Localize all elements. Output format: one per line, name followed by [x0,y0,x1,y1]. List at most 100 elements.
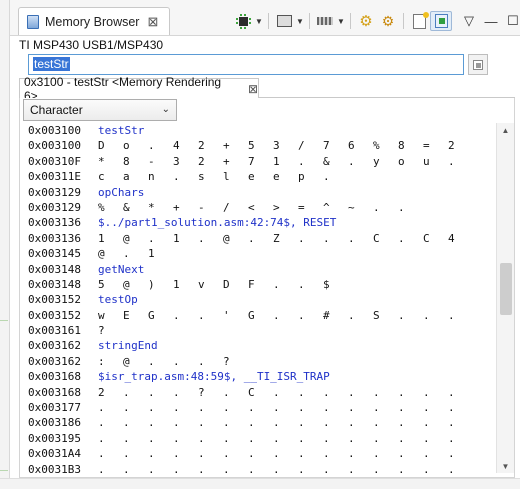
memory-char-cell[interactable]: . [298,431,305,446]
memory-char-cell[interactable]: . [123,385,130,400]
memory-row[interactable]: 0x00311E c a n. s l e e p. [20,169,496,184]
memory-row[interactable]: 0x003162 stringEnd [20,338,496,353]
memory-char-cell[interactable]: . [298,462,305,473]
memory-char-cell[interactable]: . [348,462,355,473]
memory-char-cell[interactable]: @ [123,354,130,369]
memory-char-cell[interactable]: . [448,400,455,415]
connect-chip-icon[interactable] [232,11,254,31]
memory-char-cell[interactable]: a [123,169,130,184]
memory-char-cell[interactable]: . [148,400,155,415]
memory-char-cell[interactable]: < [248,200,255,215]
memory-char-cell[interactable]: . [273,400,280,415]
memory-char-cell[interactable]: . [448,415,455,430]
memory-char-cell[interactable]: 1 [98,231,105,246]
memory-char-cell[interactable]: . [348,446,355,461]
memory-char-cell[interactable]: . [348,431,355,446]
memory-char-cell[interactable]: . [448,385,455,400]
memory-char-cell[interactable]: . [298,231,305,246]
memory-char-cell[interactable]: . [348,231,355,246]
memory-char-cell[interactable]: . [273,308,280,323]
memory-char-cell[interactable]: y [373,154,380,169]
memory-row[interactable]: 0x003162: @...? [20,354,496,369]
memory-char-cell[interactable]: . [423,431,430,446]
close-icon[interactable]: ⊠ [147,14,158,30]
memory-char-cell[interactable]: n [148,169,155,184]
memory-row[interactable]: 0x003161? [20,323,496,338]
memory-char-cell[interactable]: . [398,400,405,415]
memory-char-cell[interactable]: . [198,400,205,415]
memory-char-cell[interactable]: D [98,138,105,153]
memory-char-cell[interactable]: e [248,169,255,184]
gear-forward-icon[interactable]: ⚙ [355,11,377,31]
memory-char-cell[interactable]: . [398,308,405,323]
maximize-icon[interactable]: ☐ [502,11,520,31]
memory-char-cell[interactable]: . [348,415,355,430]
memory-char-cell[interactable]: . [448,462,455,473]
memory-char-cell[interactable]: > [273,200,280,215]
memory-char-cell[interactable]: . [348,308,355,323]
memory-char-cell[interactable]: . [148,446,155,461]
memory-char-cell[interactable]: . [223,400,230,415]
memory-table[interactable]: 0x003100 testStr 0x003100 Do. 4 2 +5 3/7 6% 8 = 2 0x… [20,123,496,473]
memory-char-cell[interactable]: . [423,446,430,461]
memory-char-cell[interactable]: 1 [173,277,180,292]
memory-char-cell[interactable]: . [373,200,380,215]
memory-char-cell[interactable]: . [423,415,430,430]
memory-char-cell[interactable]: . [148,231,155,246]
memory-char-cell[interactable]: . [323,462,330,473]
memory-char-cell[interactable]: . [323,415,330,430]
memory-char-cell[interactable]: @ [123,231,130,246]
memory-char-cell[interactable]: 1 [173,231,180,246]
memory-char-cell[interactable]: . [373,415,380,430]
memory-row[interactable]: 0x0031B3............... [20,462,496,473]
memory-row[interactable]: 0x003129 opChars [20,185,496,200]
memory-char-cell[interactable]: 1 [148,246,155,261]
memory-char-cell[interactable]: C [423,231,430,246]
memory-browser-tab[interactable]: Memory Browser ⊠ [18,7,170,35]
memory-char-cell[interactable]: . [373,462,380,473]
memory-char-cell[interactable]: s [198,169,205,184]
memory-char-cell[interactable]: % [373,138,380,153]
memory-char-cell[interactable]: . [323,231,330,246]
memory-char-cell[interactable]: u [423,154,430,169]
memory-char-cell[interactable]: . [173,446,180,461]
chevron-down-icon[interactable]: ▼ [254,11,264,31]
memory-char-cell[interactable]: . [398,231,405,246]
scroll-down-icon[interactable]: ▼ [497,459,514,473]
memory-char-cell[interactable]: . [273,415,280,430]
memory-char-cell[interactable]: ~ [348,200,355,215]
memory-char-cell[interactable]: . [423,400,430,415]
memory-row[interactable]: 0x003195............... [20,431,496,446]
address-input[interactable]: testStr [28,54,464,75]
memory-row[interactable]: 0x003186............... [20,415,496,430]
memory-char-cell[interactable]: = [298,200,305,215]
memory-char-cell[interactable]: 7 [248,154,255,169]
memory-char-cell[interactable]: 1 [273,154,280,169]
memory-char-cell[interactable]: . [448,308,455,323]
memory-char-cell[interactable]: . [98,431,105,446]
scroll-up-icon[interactable]: ▲ [497,123,514,137]
memory-char-cell[interactable]: E [123,308,130,323]
memory-row[interactable]: 0x003168 $isr_trap.asm:48:59$, __TI_ISR_T… [20,369,496,384]
memory-char-cell[interactable]: . [248,446,255,461]
memory-char-cell[interactable]: . [323,400,330,415]
memory-char-cell[interactable]: . [298,154,305,169]
memory-char-cell[interactable]: 5 [98,277,105,292]
memory-char-cell[interactable]: . [373,446,380,461]
memory-char-cell[interactable]: - [148,154,155,169]
memory-char-cell[interactable]: . [248,462,255,473]
memory-char-cell[interactable]: . [223,462,230,473]
memory-char-cell[interactable]: . [148,385,155,400]
memory-char-cell[interactable]: ? [198,385,205,400]
memory-char-cell[interactable]: @ [98,246,105,261]
memory-char-cell[interactable]: . [123,246,130,261]
memory-char-cell[interactable]: . [298,277,305,292]
format-select[interactable]: Character ⌄ [23,99,177,121]
memory-char-cell[interactable]: v [198,277,205,292]
memory-char-cell[interactable]: - [198,200,205,215]
memory-char-cell[interactable]: . [398,200,405,215]
memory-char-cell[interactable]: 5 [248,138,255,153]
memory-char-cell[interactable]: l [223,169,230,184]
memory-char-cell[interactable]: & [123,200,130,215]
memory-char-cell[interactable]: . [198,446,205,461]
